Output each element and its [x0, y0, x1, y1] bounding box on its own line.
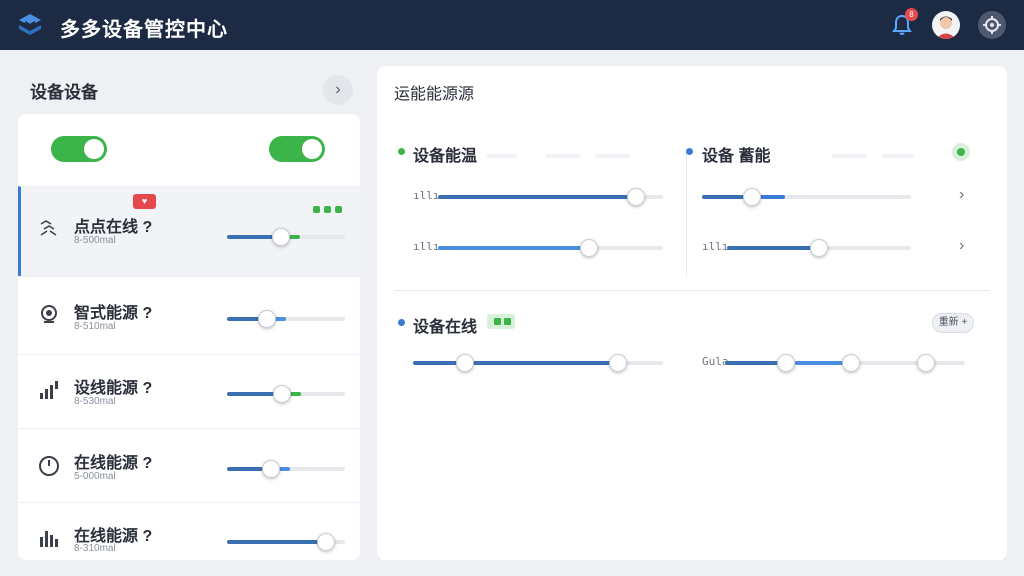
section-title: 设备 蓄能	[702, 148, 771, 165]
energy-slider[interactable]	[438, 239, 663, 257]
device-list-panel: 设备设备 › 点点在线 ? 8-500mal ♥ 智式能源 ? 8-510mal	[18, 66, 360, 560]
device-sub: 8-530mal	[74, 396, 116, 407]
slider-thumb[interactable]	[917, 354, 935, 372]
tag-dot	[494, 318, 501, 325]
bar-chart-icon	[40, 531, 58, 547]
placeholder-bar	[882, 154, 914, 158]
section-divider	[686, 150, 687, 276]
layers-logo-icon	[19, 14, 41, 35]
power-toggle-1[interactable]	[51, 136, 107, 162]
waveform-icon: ıllı	[413, 240, 440, 253]
slider-thumb[interactable]	[627, 188, 645, 206]
notification-badge: 8	[905, 8, 918, 21]
device-name: 智式能源 ?	[74, 305, 153, 322]
power-toggle-2[interactable]	[269, 136, 325, 162]
slider-thumb[interactable]	[456, 354, 474, 372]
energy-panel: 运能能源源 设备能温 ıllı ıllı 设备 蓄能 › ıllı › 设备在线…	[377, 66, 1007, 560]
section-title: 设备能温	[413, 148, 478, 165]
device-row[interactable]: 智式能源 ? 8-510mal	[18, 276, 360, 354]
device-level-slider[interactable]	[227, 460, 345, 478]
signal-icon	[40, 381, 58, 399]
device-row[interactable]: 点点在线 ? 8-500mal ♥	[18, 186, 360, 276]
slider-thumb[interactable]	[842, 354, 860, 372]
placeholder-bar	[832, 154, 867, 158]
status-dot	[324, 206, 331, 213]
top-header: 多多设备管控中心 8	[0, 0, 1024, 50]
webcam-icon	[41, 305, 57, 323]
gauge-icon	[39, 456, 59, 476]
placeholder-bar	[487, 154, 517, 158]
refresh-button[interactable]: 重新 +	[932, 313, 974, 333]
status-dot	[398, 319, 405, 326]
device-sub: 8-510mal	[74, 321, 116, 332]
device-name: 点点在线 ?	[74, 219, 153, 236]
slider-thumb[interactable]	[810, 239, 828, 257]
online-indicator	[952, 143, 970, 161]
energy-panel-title: 运能能源源	[394, 86, 475, 103]
toggle-card	[18, 114, 360, 186]
waveform-icon: ıllı	[702, 240, 729, 253]
device-level-slider[interactable]	[227, 533, 345, 551]
slider-thumb[interactable]	[272, 228, 290, 246]
status-dot	[335, 206, 342, 213]
alert-badge: ♥	[133, 194, 156, 209]
device-row[interactable]: 在线能源 ? 5-000mal	[18, 428, 360, 502]
energy-slider[interactable]	[413, 354, 663, 372]
slider-thumb[interactable]	[262, 460, 280, 478]
slider-thumb[interactable]	[580, 239, 598, 257]
gear-icon	[983, 16, 1001, 34]
device-level-slider[interactable]	[227, 228, 345, 246]
slider-fill	[227, 540, 326, 544]
status-dot	[686, 148, 693, 155]
device-row[interactable]: 设线能源 ? 8-530mal	[18, 354, 360, 428]
chevron-right-icon[interactable]: ›	[959, 237, 964, 255]
device-list-title: 设备设备	[30, 83, 98, 102]
energy-slider[interactable]	[727, 239, 911, 257]
settings-button[interactable]	[978, 11, 1006, 39]
section-title: 设备在线	[413, 319, 478, 336]
device-sub: 5-000mal	[74, 471, 116, 482]
slider-fill	[413, 361, 618, 365]
status-tag	[487, 314, 515, 329]
placeholder-bar	[595, 154, 630, 158]
energy-slider[interactable]	[702, 188, 911, 206]
device-name: 在线能源 ?	[74, 455, 153, 472]
toggle-knob	[84, 139, 104, 159]
slider-thumb[interactable]	[273, 385, 291, 403]
user-avatar[interactable]	[932, 11, 960, 39]
slider-fill	[727, 246, 819, 250]
slider-thumb[interactable]	[258, 310, 276, 328]
network-icon	[40, 220, 57, 236]
slider-thumb[interactable]	[743, 188, 761, 206]
status-dot	[313, 206, 320, 213]
device-sub: 8-500mal	[74, 235, 116, 246]
next-button[interactable]: ›	[323, 75, 353, 105]
user-avatar-icon	[936, 16, 956, 39]
device-level-slider[interactable]	[227, 385, 345, 403]
section-divider	[394, 290, 990, 291]
slider-thumb[interactable]	[777, 354, 795, 372]
waveform-icon: ıllı	[413, 189, 440, 202]
chevron-right-icon[interactable]: ›	[959, 186, 964, 204]
slider-fill	[438, 246, 589, 250]
slider-thumb[interactable]	[317, 533, 335, 551]
status-indicators	[313, 200, 346, 218]
tag-dot	[504, 318, 511, 325]
app-title: 多多设备管控中心	[60, 19, 228, 41]
range-slider[interactable]	[725, 354, 965, 372]
device-row[interactable]: 在线能源 ? 8-310mal	[18, 502, 360, 560]
device-level-slider[interactable]	[227, 310, 345, 328]
placeholder-bar	[545, 154, 580, 158]
status-dot	[398, 148, 405, 155]
toggle-knob	[302, 139, 322, 159]
device-name: 设线能源 ?	[74, 380, 153, 397]
slider-fill	[438, 195, 636, 199]
energy-slider[interactable]	[438, 188, 663, 206]
device-sub: 8-310mal	[74, 543, 116, 554]
slider-thumb[interactable]	[609, 354, 627, 372]
